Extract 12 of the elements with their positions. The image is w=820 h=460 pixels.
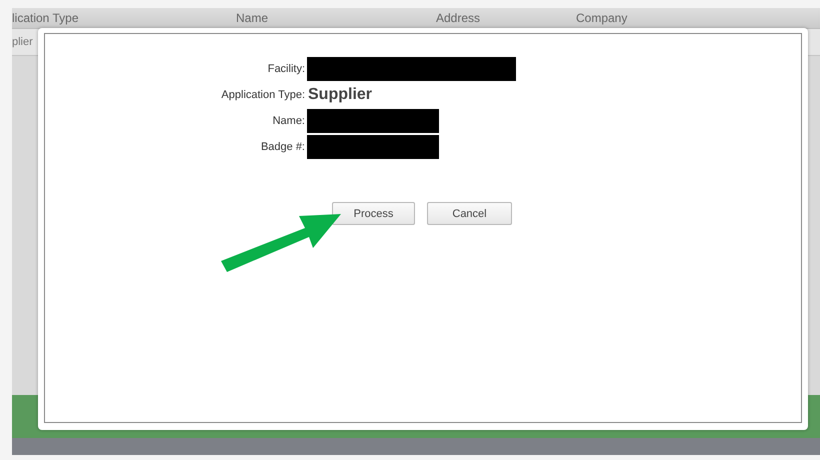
field-label: Badge #: (260, 141, 305, 153)
process-button[interactable]: Process (332, 202, 415, 225)
column-header[interactable]: Address (436, 11, 576, 25)
cancel-button[interactable]: Cancel (427, 202, 512, 225)
field-label: Facility: (268, 63, 305, 75)
field-label: Application Type: (221, 89, 305, 101)
table-cell: plier (12, 36, 33, 48)
field-value: Supplier (308, 86, 372, 104)
column-header[interactable]: Name (236, 11, 436, 25)
column-header[interactable]: lication Type (12, 11, 236, 25)
column-header[interactable]: Company (576, 11, 820, 25)
field-label: Name: (272, 115, 305, 127)
